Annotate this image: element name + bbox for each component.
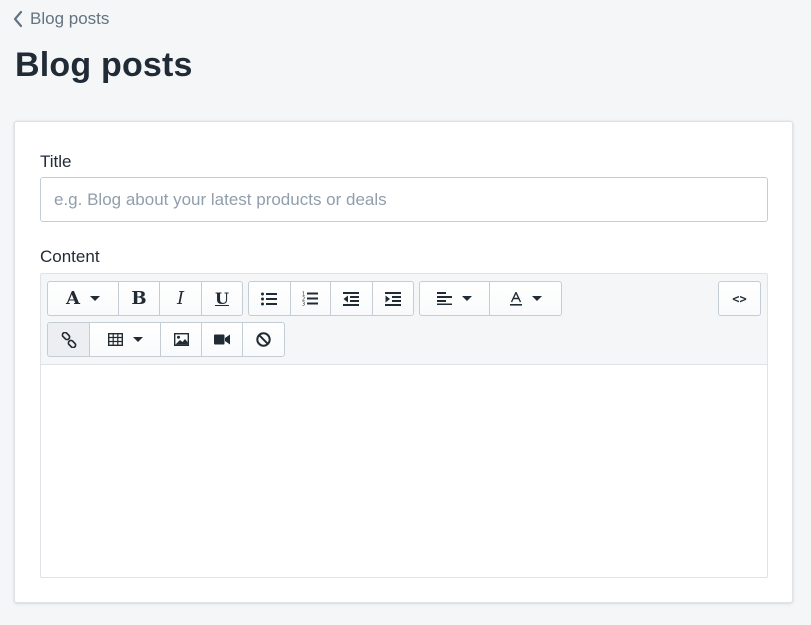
list-indent-group: 1 2 3 (248, 281, 414, 316)
breadcrumb-label: Blog posts (30, 9, 110, 28)
source-code-button[interactable]: <> (719, 282, 760, 315)
text-color-dropdown-button[interactable] (490, 282, 561, 315)
chevron-down-icon (462, 296, 472, 301)
bold-button[interactable]: B (119, 282, 160, 315)
text-color-icon (509, 291, 522, 306)
content-editor: A B I U 1 2 3 <> (40, 273, 768, 578)
blog-post-card: Title Content A B I U (14, 121, 793, 603)
title-input[interactable] (40, 177, 768, 222)
indent-icon (384, 291, 401, 306)
numbered-list-icon: 1 2 3 (302, 292, 319, 307)
outdent-button[interactable] (331, 282, 373, 315)
svg-text:3: 3 (302, 302, 305, 307)
bold-icon: B (131, 287, 147, 309)
image-icon (173, 333, 189, 346)
editor-content-area[interactable] (41, 365, 767, 577)
align-dropdown-button[interactable] (420, 282, 491, 315)
underline-icon: U (215, 288, 229, 308)
clear-formatting-icon (256, 332, 271, 347)
page-title: Blog posts (15, 46, 193, 84)
editor-toolbar: A B I U 1 2 3 <> (41, 274, 767, 365)
video-icon (214, 334, 230, 345)
table-dropdown-button[interactable] (90, 323, 161, 356)
outdent-icon (343, 291, 360, 306)
numbered-list-button[interactable]: 1 2 3 (291, 282, 332, 315)
font-icon: A (66, 287, 80, 309)
chevron-down-icon (132, 337, 143, 342)
underline-button[interactable]: U (202, 282, 242, 315)
table-icon (107, 333, 123, 346)
breadcrumb-back-link[interactable]: Blog posts (12, 9, 109, 29)
insert-group (47, 322, 285, 357)
source-group: <> (718, 281, 761, 316)
bullet-list-icon (261, 292, 278, 305)
italic-button[interactable]: I (160, 282, 202, 315)
code-icon: <> (732, 291, 747, 306)
indent-button[interactable] (373, 282, 413, 315)
chevron-down-icon (531, 296, 542, 301)
title-label: Title (40, 152, 72, 171)
chevron-down-icon (89, 296, 100, 301)
align-left-icon (437, 292, 452, 305)
chevron-left-icon (13, 10, 23, 28)
italic-icon: I (176, 287, 185, 309)
align-color-group (419, 281, 562, 316)
bullet-list-button[interactable] (249, 282, 291, 315)
content-label: Content (40, 247, 100, 266)
text-style-group: A B I U (47, 281, 243, 316)
clear-formatting-button[interactable] (243, 323, 284, 356)
insert-image-button[interactable] (161, 323, 202, 356)
link-icon (61, 331, 76, 348)
font-dropdown-button[interactable]: A (48, 282, 119, 315)
link-button[interactable] (48, 323, 90, 356)
insert-video-button[interactable] (202, 323, 243, 356)
